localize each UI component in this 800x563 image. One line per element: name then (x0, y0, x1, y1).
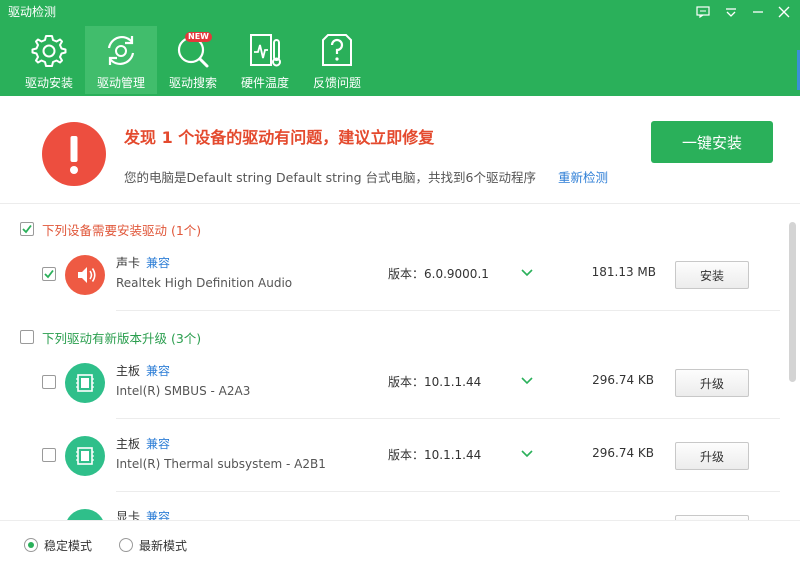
gear-icon (31, 35, 67, 67)
footer: 稳定模式 最新模式 (0, 520, 800, 563)
question-icon (322, 34, 352, 66)
chip-icon (65, 436, 105, 476)
menu-icon[interactable] (718, 2, 744, 22)
section-checkbox[interactable] (20, 222, 34, 236)
chip-icon (65, 363, 105, 403)
chevron-down-icon[interactable] (520, 447, 534, 461)
tab-label: 硬件温度 (240, 76, 289, 90)
section-checkbox[interactable] (20, 330, 34, 344)
category-label: 主板 (116, 364, 141, 378)
refresh-gear-icon (107, 36, 135, 65)
category-label: 声卡 (116, 256, 141, 270)
list-item: 声卡 兼容 Realtek High Definition Audio 版本：6.… (0, 238, 785, 310)
compat-link[interactable]: 兼容 (146, 437, 170, 451)
driver-size: 181.13 MB (591, 265, 656, 279)
app-header: 驱动检测 驱动安装 驱动管理 NEW 驱动搜索 硬件温度 反馈问题 (0, 0, 800, 96)
driver-size: 296.74 KB (592, 373, 654, 387)
section-upgrade: 下列驱动有新版本升级 (3个) (20, 328, 201, 346)
item-checkbox[interactable] (42, 267, 56, 281)
scrollbar-thumb[interactable] (789, 222, 796, 382)
item-checkbox[interactable] (42, 448, 56, 462)
install-button[interactable]: 安装 (675, 261, 749, 289)
device-name: Realtek High Definition Audio (116, 276, 293, 290)
category-label: 主板 (116, 437, 141, 451)
thermometer-icon (250, 34, 281, 67)
new-badge: NEW (185, 32, 212, 42)
section-header: 下列驱动有新版本升级 (3个) (42, 330, 202, 346)
tab-driver-search[interactable]: NEW 驱动搜索 (157, 26, 229, 94)
tab-label: 驱动管理 (96, 76, 145, 90)
install-all-button[interactable]: 一键安装 (651, 121, 773, 163)
device-category: 声卡 兼容 (116, 254, 170, 271)
device-category: 主板 兼容 (116, 435, 170, 452)
stable-mode-label[interactable]: 稳定模式 (44, 537, 92, 554)
tab-feedback[interactable]: 反馈问题 (301, 26, 373, 94)
tab-label: 驱动搜索 (168, 76, 217, 90)
tab-hardware-temp[interactable]: 硬件温度 (229, 26, 301, 94)
close-icon[interactable] (771, 2, 797, 22)
upgrade-button[interactable]: 升级 (675, 369, 749, 397)
compat-link[interactable]: 兼容 (146, 256, 170, 270)
stable-mode-radio[interactable] (24, 538, 38, 552)
latest-mode-radio[interactable] (119, 538, 133, 552)
compat-link[interactable]: 兼容 (146, 364, 170, 378)
driver-version: 版本：10.1.1.44 (388, 375, 482, 389)
device-category: 显卡 兼容 (116, 508, 170, 520)
driver-size: 296.74 KB (592, 446, 654, 460)
compat-link[interactable]: 兼容 (146, 510, 170, 520)
list-item: 显卡 兼容 (0, 492, 785, 520)
driver-version: 版本：10.1.1.44 (388, 448, 482, 462)
chevron-down-icon[interactable] (520, 374, 534, 388)
list-item: 主板 兼容 Intel(R) SMBUS - A2A3 版本：10.1.1.44 … (0, 346, 785, 418)
speaker-icon (65, 255, 105, 295)
tab-driver-install[interactable]: 驱动安装 (13, 26, 85, 94)
divider (116, 310, 780, 311)
upgrade-button[interactable]: 升级 (675, 442, 749, 470)
latest-mode-label[interactable]: 最新模式 (139, 537, 187, 554)
alert-title: 发现 1 个设备的驱动有问题，建议立即修复 (124, 128, 435, 147)
category-label: 显卡 (116, 510, 141, 520)
device-category: 主板 兼容 (116, 362, 170, 379)
recheck-link[interactable]: 重新检测 (558, 167, 608, 186)
window-title: 驱动检测 (8, 5, 57, 19)
driver-version: 版本：6.0.9000.1 (388, 267, 489, 281)
list-item: 主板 兼容 Intel(R) Thermal subsystem - A2B1 版… (0, 419, 785, 491)
item-checkbox[interactable] (42, 375, 56, 389)
tab-label: 驱动安装 (24, 76, 73, 90)
section-need-install: 下列设备需要安装驱动 (1个) (20, 220, 201, 238)
warning-icon (42, 122, 106, 186)
chip-icon (65, 509, 105, 520)
feedback-icon[interactable] (690, 2, 716, 22)
tab-driver-manage[interactable]: 驱动管理 (85, 26, 157, 94)
tab-label: 反馈问题 (312, 76, 361, 90)
device-name: Intel(R) Thermal subsystem - A2B1 (116, 457, 326, 471)
section-header: 下列设备需要安装驱动 (1个) (42, 222, 202, 238)
minimize-icon[interactable] (745, 2, 771, 22)
device-name: Intel(R) SMBUS - A2A3 (116, 384, 251, 398)
alert-subtitle: 您的电脑是Default string Default string 台式电脑，… (124, 170, 536, 185)
chevron-down-icon[interactable] (520, 266, 534, 280)
